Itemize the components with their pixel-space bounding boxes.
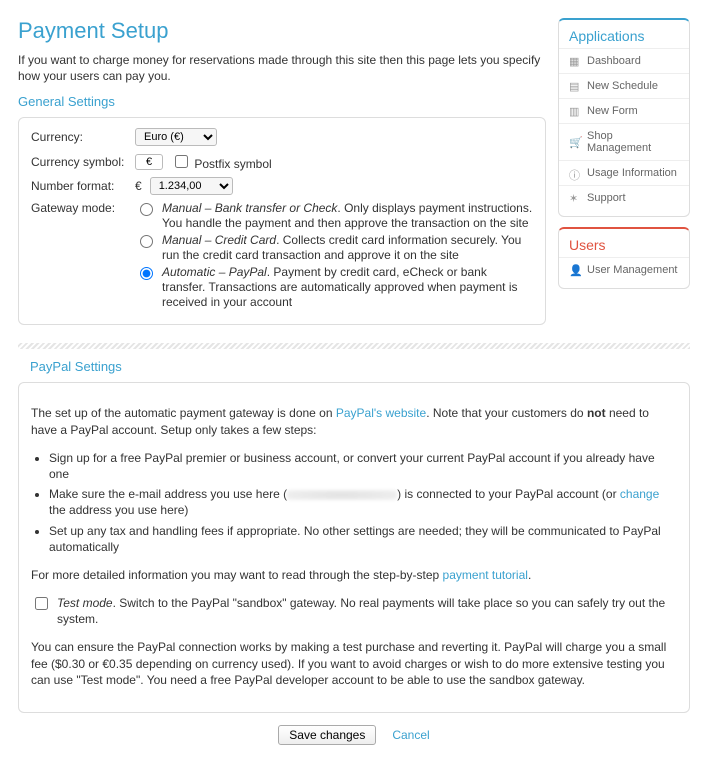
general-settings-panel: Currency: Euro (€) Currency symbol: Post… [18, 117, 546, 325]
page-intro: If you want to charge money for reservat… [18, 52, 546, 84]
blurred-email [287, 490, 397, 500]
test-instructions: You can ensure the PayPal connection wor… [31, 639, 677, 688]
postfix-symbol-label: Postfix symbol [194, 157, 271, 171]
form-icon: ▥ [569, 105, 581, 117]
gateway-radio-manual-cc[interactable] [140, 235, 153, 248]
info-icon: ⓘ [569, 167, 581, 179]
paypal-settings-panel: The set up of the automatic payment gate… [18, 382, 690, 713]
paypal-step-tax: Set up any tax and handling fees if appr… [49, 523, 677, 555]
user-icon: 👤 [569, 264, 581, 276]
sidebar-item-new-schedule[interactable]: ▤New Schedule [559, 73, 689, 98]
calendar-icon: ▤ [569, 80, 581, 92]
save-changes-button[interactable]: Save changes [278, 725, 376, 745]
users-heading: Users [559, 229, 689, 257]
paypal-settings-heading: PayPal Settings [30, 359, 690, 374]
gateway-desc-manual-cc: Manual – Credit Card. Collects credit ca… [162, 233, 533, 263]
test-mode-label: Test mode. Switch to the PayPal "sandbox… [57, 595, 677, 627]
currency-symbol-label: Currency symbol: [31, 155, 135, 169]
currency-label: Currency: [31, 130, 135, 144]
paypal-website-link[interactable]: PayPal's website [336, 406, 426, 420]
gateway-radio-manual-bank[interactable] [140, 203, 153, 216]
applications-heading: Applications [559, 20, 689, 48]
general-settings-heading: General Settings [18, 94, 546, 109]
test-mode-checkbox[interactable] [35, 597, 48, 610]
number-format-label: Number format: [31, 179, 135, 193]
gateway-mode-label: Gateway mode: [31, 201, 135, 215]
paypal-step-email: Make sure the e-mail address you use her… [49, 486, 677, 518]
sidebar-item-user-management[interactable]: 👤User Management [559, 257, 689, 282]
gateway-desc-manual-bank: Manual – Bank transfer or Check. Only di… [162, 201, 533, 231]
cart-icon: 🛒 [569, 136, 581, 148]
applications-panel: Applications ▦Dashboard ▤New Schedule ▥N… [558, 18, 690, 217]
number-format-select[interactable]: 1.234,00 [150, 177, 233, 195]
cancel-link[interactable]: Cancel [392, 728, 429, 742]
users-panel: Users 👤User Management [558, 227, 690, 289]
currency-select[interactable]: Euro (€) [135, 128, 217, 146]
sidebar-item-dashboard[interactable]: ▦Dashboard [559, 48, 689, 73]
postfix-symbol-checkbox[interactable] [175, 155, 188, 168]
sidebar-item-support[interactable]: ✶Support [559, 185, 689, 210]
page-title: Payment Setup [18, 18, 546, 44]
support-icon: ✶ [569, 192, 581, 204]
number-format-prefix: € [135, 179, 142, 193]
currency-symbol-input[interactable] [135, 154, 163, 170]
gateway-radio-paypal[interactable] [140, 267, 153, 280]
section-divider [18, 343, 690, 349]
grid-icon: ▦ [569, 55, 581, 67]
sidebar-item-usage-information[interactable]: ⓘUsage Information [559, 160, 689, 185]
change-email-link[interactable]: change [620, 487, 659, 501]
payment-tutorial-link[interactable]: payment tutorial [443, 568, 528, 582]
sidebar-item-shop-management[interactable]: 🛒Shop Management [559, 123, 689, 160]
paypal-step-signup: Sign up for a free PayPal premier or bus… [49, 450, 677, 482]
sidebar-item-new-form[interactable]: ▥New Form [559, 98, 689, 123]
gateway-desc-paypal: Automatic – PayPal. Payment by credit ca… [162, 265, 533, 310]
